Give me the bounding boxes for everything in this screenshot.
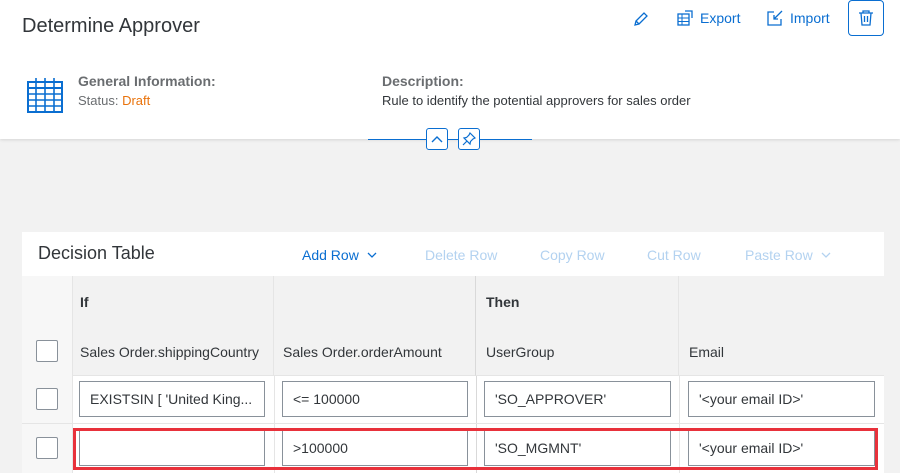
export-label: Export (700, 10, 741, 26)
header-divider (368, 139, 532, 140)
delete-button[interactable] (848, 0, 884, 36)
cell-input[interactable]: 'SO_MGMNT' (484, 430, 671, 466)
object-page-header: Determine Approver Export Import General… (0, 0, 900, 139)
column-label: Sales Order.orderAmount (283, 344, 442, 360)
column-label: Sales Order.shippingCountry (80, 344, 259, 360)
cell-value: 'SO_APPROVER' (495, 391, 607, 407)
export-icon (677, 10, 693, 26)
decision-table: Decision Table Add Row Delete Row Copy R… (22, 232, 884, 473)
then-section-label: Then (486, 294, 520, 310)
column-header-order-amount[interactable]: Sales Order.orderAmount (274, 276, 476, 376)
cell-value: 'SO_MGMNT' (495, 440, 582, 456)
cut-row-button[interactable]: Cut Row (647, 247, 701, 263)
general-information-label: General Information: (78, 73, 216, 89)
cell-input[interactable] (79, 430, 265, 466)
status-label: Status: (78, 93, 119, 108)
import-button[interactable]: Import (766, 0, 830, 36)
import-label: Import (790, 10, 830, 26)
cell-value: EXISTSIN [ 'United King... (90, 391, 253, 407)
cell-value: '<your email ID>' (699, 440, 804, 456)
paste-row-label: Paste Row (745, 247, 813, 263)
row-checkbox[interactable] (36, 437, 58, 459)
copy-row-button[interactable]: Copy Row (540, 247, 605, 263)
if-section-label: If (80, 294, 89, 310)
table-row: EXISTSIN [ 'United King... <= 100000 'SO… (22, 376, 884, 424)
pencil-icon (634, 12, 648, 26)
chevron-down-icon (367, 252, 377, 258)
description-label: Description: (382, 73, 464, 89)
column-label: UserGroup (486, 344, 555, 360)
edit-button[interactable] (633, 10, 649, 28)
chevron-down-icon (821, 252, 831, 258)
cell-input[interactable]: '<your email ID>' (688, 430, 875, 466)
cell-value: <= 100000 (293, 391, 360, 407)
column-label: Email (689, 344, 725, 360)
description-value: Rule to identify the potential approvers… (382, 93, 691, 108)
export-button[interactable]: Export (676, 0, 740, 36)
add-row-label: Add Row (302, 247, 359, 263)
add-row-button[interactable]: Add Row (302, 247, 377, 263)
select-all-checkbox[interactable] (36, 340, 58, 362)
collapse-header-button[interactable] (426, 128, 448, 150)
status-value: Draft (122, 93, 151, 108)
decision-table-toolbar: Decision Table Add Row Delete Row Copy R… (22, 232, 884, 276)
table-row: >100000 'SO_MGMNT' '<your email ID>' (22, 424, 884, 473)
status-field: Status: Draft (78, 93, 150, 108)
delete-row-button[interactable]: Delete Row (425, 247, 497, 263)
cell-input[interactable]: EXISTSIN [ 'United King... (79, 381, 265, 417)
paste-row-button[interactable]: Paste Row (745, 247, 831, 263)
pin-icon (462, 132, 476, 146)
cell-input[interactable]: 'SO_APPROVER' (484, 381, 671, 417)
cell-input[interactable]: >100000 (282, 430, 468, 466)
trash-icon (859, 10, 873, 26)
column-header-user-group[interactable]: Then UserGroup (476, 276, 679, 376)
row-checkbox[interactable] (36, 388, 58, 410)
column-header-shipping-country[interactable]: If Sales Order.shippingCountry (73, 276, 274, 376)
column-header-email[interactable]: Email (679, 276, 884, 376)
delete-row-label: Delete Row (425, 247, 498, 263)
page-title: Determine Approver (22, 15, 200, 37)
chevron-up-icon (431, 136, 443, 143)
cell-input[interactable]: <= 100000 (282, 381, 468, 417)
pin-header-button[interactable] (458, 128, 480, 150)
cell-input[interactable]: '<your email ID>' (688, 381, 875, 417)
cell-value: >100000 (293, 440, 348, 456)
cut-row-label: Cut Row (647, 247, 701, 263)
copy-row-label: Copy Row (540, 247, 605, 263)
import-icon (767, 10, 783, 26)
decision-table-title: Decision Table (38, 243, 155, 263)
cell-value: '<your email ID>' (699, 391, 804, 407)
grid-table-icon (27, 78, 63, 113)
